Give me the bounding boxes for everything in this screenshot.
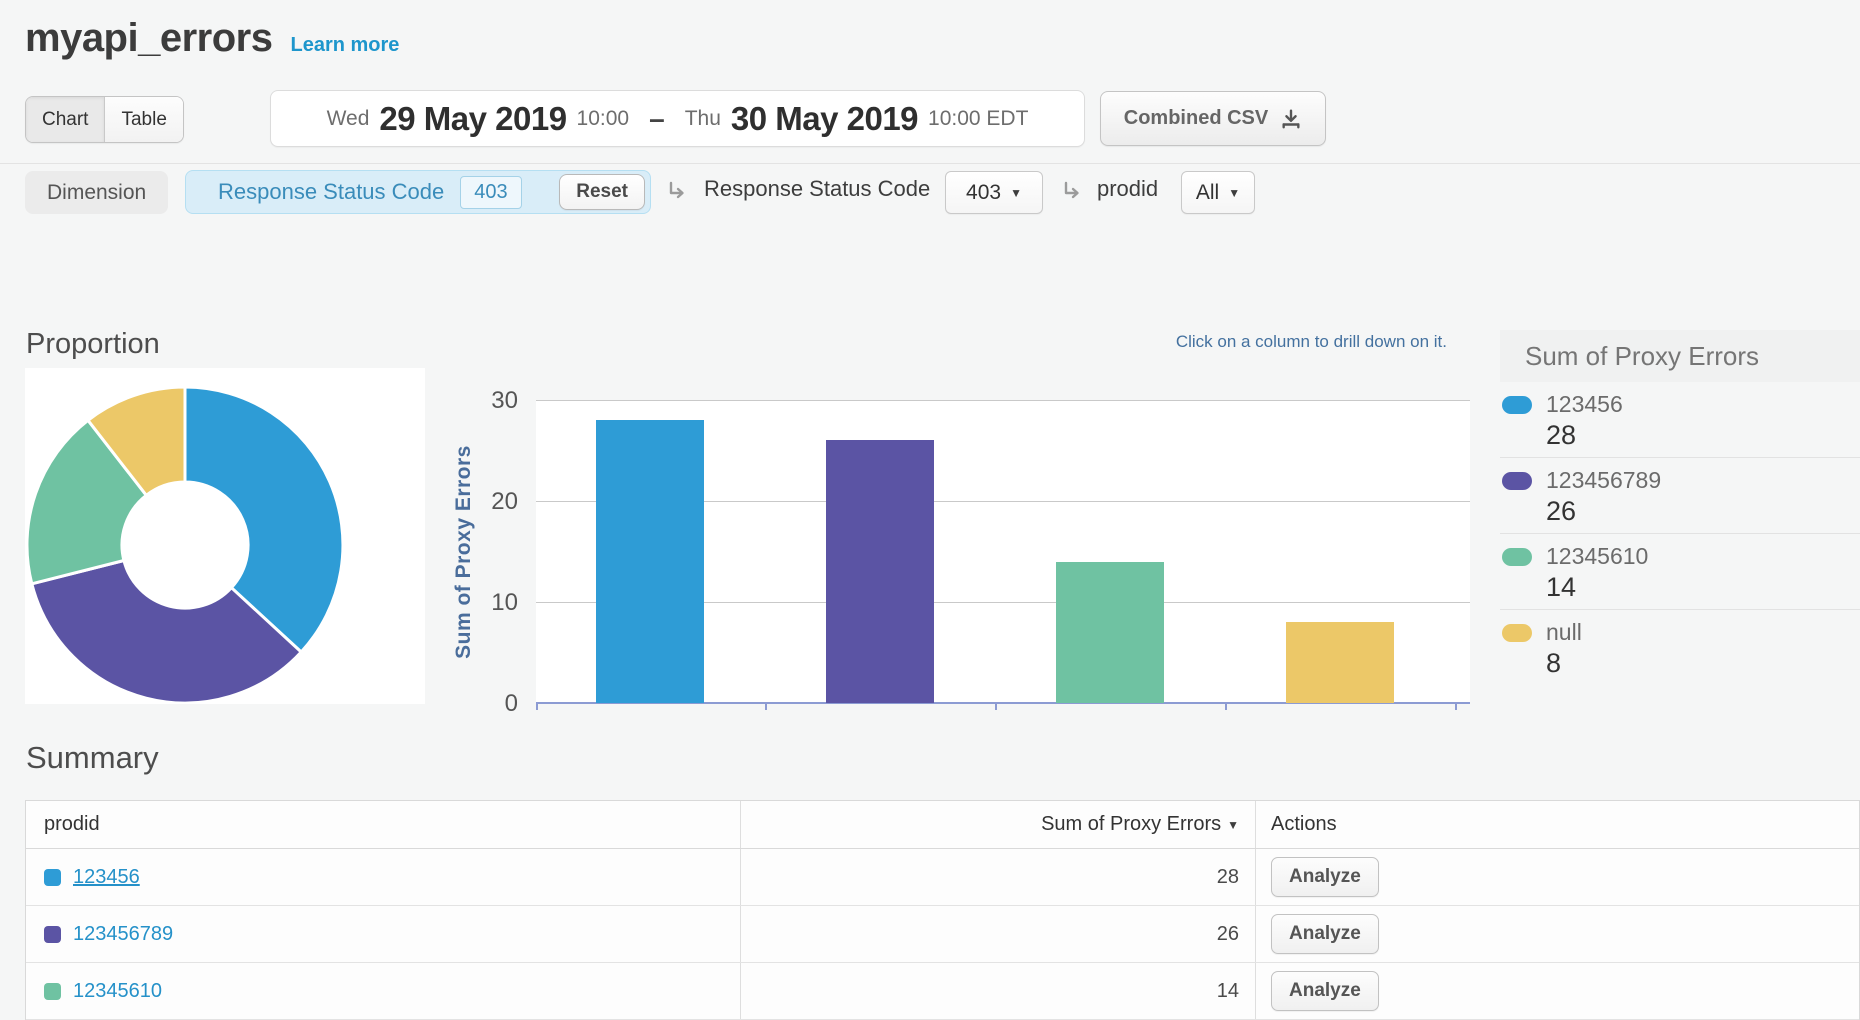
ytick-label-10: 10	[430, 589, 518, 617]
analyze-button[interactable]: Analyze	[1271, 914, 1379, 954]
legend-entry-123456: 12345628	[1500, 382, 1860, 458]
bar-chart-plot	[536, 400, 1470, 703]
summary-table: prodid Sum of Proxy Errors ▼ Actions 123…	[25, 800, 1860, 1020]
prodid-link[interactable]: 123456	[73, 866, 140, 889]
ytick-label-30: 30	[430, 387, 518, 415]
drilldown-1-label: Response Status Code	[704, 176, 930, 202]
drilldown-hint: Click on a column to drill down on it.	[1000, 332, 1447, 352]
bar-123456[interactable]	[596, 420, 704, 703]
table-body: 12345628Analyze12345678926Analyze1234561…	[26, 849, 1859, 1020]
dimension-label: Dimension	[25, 171, 168, 214]
chart-table-toggle: ChartTable	[25, 96, 184, 143]
legend-entry-123456789: 12345678926	[1500, 458, 1860, 534]
legend-label: null	[1546, 619, 1582, 646]
legend-entry-12345610: 1234561014	[1500, 534, 1860, 610]
legend-value: 28	[1546, 420, 1860, 451]
legend-value: 26	[1546, 496, 1860, 527]
summary-title: Summary	[26, 740, 159, 776]
view-tab-table[interactable]: Table	[105, 97, 182, 142]
prodid-swatch-icon	[44, 926, 61, 943]
download-icon	[1280, 108, 1302, 130]
legend-swatch-icon	[1502, 472, 1532, 490]
analyze-button[interactable]: Analyze	[1271, 857, 1379, 897]
legend-label: 123456789	[1546, 467, 1661, 494]
drilldown-arrow-icon	[1059, 180, 1085, 206]
active-filter-pill: Response Status Code 403 Reset	[185, 170, 651, 214]
table-row: 123456789 26 Analyze	[26, 906, 1859, 963]
drilldown-arrow-icon	[664, 180, 690, 206]
active-filter-value-badge: 403	[460, 176, 521, 209]
legend-swatch-icon	[1502, 548, 1532, 566]
learn-more-link[interactable]: Learn more	[290, 34, 399, 57]
page-header: myapi_errors Learn more	[25, 16, 399, 61]
toolbar-divider	[0, 163, 1860, 164]
prodid-swatch-icon	[44, 869, 61, 886]
legend-entries: 12345628123456789261234561014null8	[1500, 382, 1860, 685]
bar-null[interactable]	[1286, 622, 1394, 703]
table-header-row: prodid Sum of Proxy Errors ▼ Actions	[26, 801, 1859, 849]
prodid-link[interactable]: 123456789	[73, 923, 173, 946]
prodid-link[interactable]: 12345610	[73, 980, 162, 1003]
legend-swatch-icon	[1502, 396, 1532, 414]
x-axis-tick	[765, 703, 767, 710]
bar-12345610[interactable]	[1056, 562, 1164, 703]
drilldown-2-select[interactable]: All ▼	[1181, 171, 1255, 214]
analyze-button[interactable]: Analyze	[1271, 971, 1379, 1011]
active-filter-name: Response Status Code	[218, 179, 444, 205]
start-time: 10:00	[577, 107, 630, 131]
prodid-swatch-icon	[44, 983, 61, 1000]
chart-legend: Sum of Proxy Errors 12345628123456789261…	[1500, 330, 1860, 685]
legend-title: Sum of Proxy Errors	[1500, 330, 1860, 382]
sum-value: 14	[1217, 980, 1239, 1003]
drilldown-1-select[interactable]: 403 ▼	[945, 171, 1043, 214]
x-axis-tick	[995, 703, 997, 710]
sort-caret-icon: ▼	[1227, 818, 1239, 832]
end-date: 30 May 2019	[731, 100, 918, 138]
column-header-actions: Actions	[1271, 813, 1337, 836]
x-axis-tick	[1225, 703, 1227, 710]
analytics-dashboard: myapi_errors Learn more ChartTable Wed 2…	[0, 0, 1860, 1020]
drilldown-2-label: prodid	[1097, 176, 1158, 202]
date-range-separator: –	[649, 103, 665, 135]
gridline-30	[536, 400, 1470, 401]
legend-value: 14	[1546, 572, 1860, 603]
drilldown-1-value: 403	[966, 181, 1001, 205]
combined-csv-button[interactable]: Combined CSV	[1100, 91, 1326, 146]
proportion-donut-card	[25, 368, 425, 704]
start-day: Wed	[327, 107, 370, 131]
caret-down-icon: ▼	[1228, 186, 1240, 200]
page-title: myapi_errors	[25, 16, 272, 61]
ytick-label-0: 0	[430, 690, 518, 718]
date-range-picker[interactable]: Wed 29 May 2019 10:00 – Thu 30 May 2019 …	[270, 90, 1085, 147]
combined-csv-label: Combined CSV	[1124, 107, 1268, 130]
column-header-sum[interactable]: Sum of Proxy Errors ▼	[741, 801, 1256, 848]
sum-value: 28	[1217, 866, 1239, 889]
reset-filter-button[interactable]: Reset	[559, 174, 645, 210]
x-axis-tick	[1455, 703, 1457, 710]
legend-label: 123456	[1546, 391, 1623, 418]
bar-123456789[interactable]	[826, 440, 934, 703]
legend-entry-null: null8	[1500, 610, 1860, 685]
start-date: 29 May 2019	[379, 100, 566, 138]
view-tab-chart[interactable]: Chart	[26, 97, 105, 142]
legend-value: 8	[1546, 648, 1860, 679]
legend-swatch-icon	[1502, 624, 1532, 642]
ytick-label-20: 20	[430, 488, 518, 516]
end-day: Thu	[685, 107, 721, 131]
end-time: 10:00 EDT	[928, 107, 1028, 131]
donut-chart	[25, 368, 425, 704]
column-header-prodid: prodid	[44, 813, 100, 836]
table-row: 12345610 14 Analyze	[26, 963, 1859, 1020]
drilldown-2-value: All	[1196, 181, 1219, 205]
legend-label: 12345610	[1546, 543, 1648, 570]
x-axis-tick	[536, 703, 538, 710]
caret-down-icon: ▼	[1010, 186, 1022, 200]
sum-value: 26	[1217, 923, 1239, 946]
proportion-title: Proportion	[26, 328, 160, 361]
table-row: 123456 28 Analyze	[26, 849, 1859, 906]
